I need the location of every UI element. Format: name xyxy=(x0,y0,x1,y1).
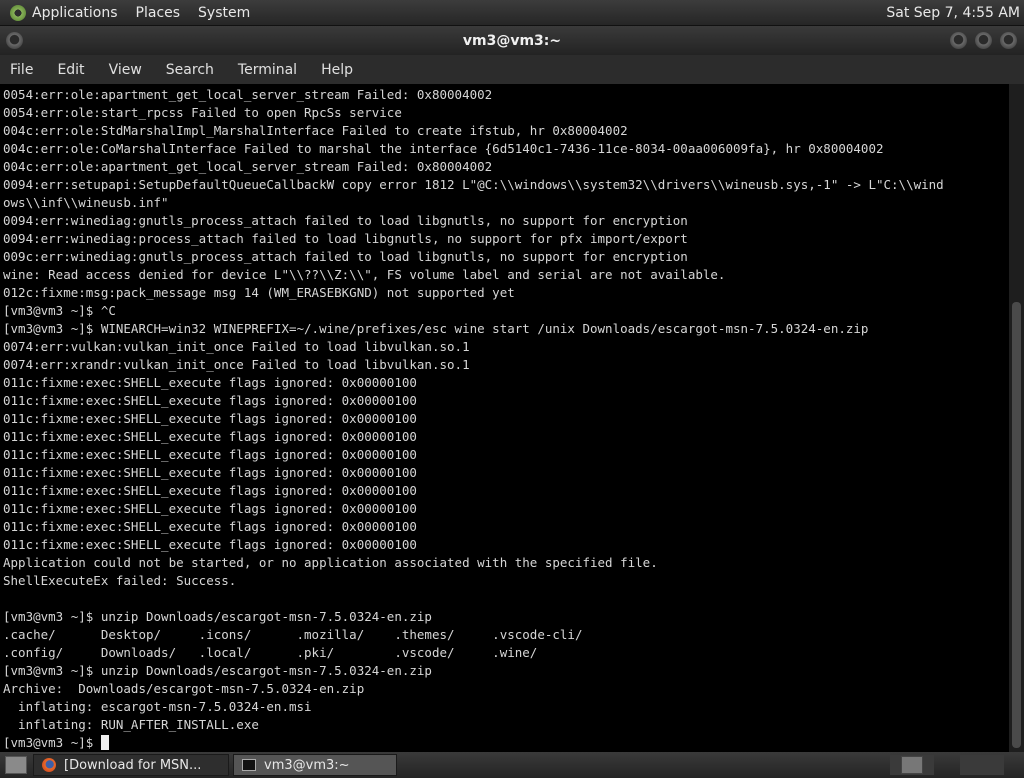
menu-view[interactable]: View xyxy=(109,62,142,78)
terminal-line: 004c:err:ole:apartment_get_local_server_… xyxy=(3,159,493,174)
terminal-line: Archive: Downloads/escargot-msn-7.5.0324… xyxy=(3,681,365,696)
window-titlebar[interactable]: vm3@vm3:~ xyxy=(0,26,1024,55)
terminal-line: 0094:err:winediag:gnutls_process_attach … xyxy=(3,213,688,228)
terminal-line: 011c:fixme:exec:SHELL_execute flags igno… xyxy=(3,465,417,480)
terminal-line: 011c:fixme:exec:SHELL_execute flags igno… xyxy=(3,375,417,390)
terminal-line: [vm3@vm3 ~]$ WINEARCH=win32 WINEPREFIX=~… xyxy=(3,321,869,336)
terminal-line: [vm3@vm3 ~]$ unzip Downloads/escargot-ms… xyxy=(3,609,432,624)
terminal-line: 004c:err:ole:StdMarshalImpl_MarshalInter… xyxy=(3,123,628,138)
taskbar-item-terminal[interactable]: vm3@vm3:~ xyxy=(233,754,397,776)
taskbar-item-label: vm3@vm3:~ xyxy=(264,757,350,773)
terminal-line: 011c:fixme:exec:SHELL_execute flags igno… xyxy=(3,429,417,444)
maximize-icon[interactable] xyxy=(975,32,992,49)
terminal-output[interactable]: 0054:err:ole:apartment_get_local_server_… xyxy=(0,84,1009,752)
terminal-line: inflating: RUN_AFTER_INSTALL.exe xyxy=(3,717,259,732)
bottom-panel: [Download for MSN... vm3@vm3:~ xyxy=(0,752,1024,778)
window-title: vm3@vm3:~ xyxy=(462,32,562,49)
minimize-icon[interactable] xyxy=(950,32,967,49)
terminal-line: 0074:err:vulkan:vulkan_init_once Failed … xyxy=(3,339,470,354)
terminal-line: 011c:fixme:exec:SHELL_execute flags igno… xyxy=(3,501,417,516)
window-menu-icon[interactable] xyxy=(6,32,23,49)
terminal-prompt: [vm3@vm3 ~]$ xyxy=(3,735,101,750)
terminal-line: 0094:err:winediag:process_attach failed … xyxy=(3,231,688,246)
terminal-prompt-line: [vm3@vm3 ~]$ xyxy=(3,734,1009,752)
terminal-line: 009c:err:winediag:gnutls_process_attach … xyxy=(3,249,688,264)
terminal-line: 011c:fixme:exec:SHELL_execute flags igno… xyxy=(3,537,417,552)
terminal-line: 011c:fixme:exec:SHELL_execute flags igno… xyxy=(3,483,417,498)
menu-edit[interactable]: Edit xyxy=(57,62,84,78)
clock[interactable]: Sat Sep 7, 4:55 AM xyxy=(886,5,1020,21)
terminal-line: 011c:fixme:exec:SHELL_execute flags igno… xyxy=(3,411,417,426)
terminal-line: Application could not be started, or no … xyxy=(3,555,658,570)
menu-file[interactable]: File xyxy=(10,62,33,78)
menu-terminal[interactable]: Terminal xyxy=(238,62,297,78)
terminal-line: 0054:err:ole:apartment_get_local_server_… xyxy=(3,87,493,102)
terminal-scrollbar[interactable] xyxy=(1009,84,1024,752)
close-icon[interactable] xyxy=(1000,32,1017,49)
terminal-line: 012c:fixme:msg:pack_message msg 14 (WM_E… xyxy=(3,285,515,300)
terminal-line: .cache/ Desktop/ .icons/ .mozilla/ .them… xyxy=(3,627,583,642)
top-panel-menus: Applications Places System xyxy=(0,4,268,21)
applications-menu[interactable]: Applications xyxy=(32,5,118,21)
terminal-line: ShellExecuteEx failed: Success. xyxy=(3,573,237,588)
distro-logo-icon[interactable] xyxy=(10,4,26,21)
taskbar-item-label: [Download for MSN... xyxy=(64,757,202,773)
taskbar-item-firefox[interactable]: [Download for MSN... xyxy=(33,754,229,776)
terminal-line: 0054:err:ole:start_rpcss Failed to open … xyxy=(3,105,402,120)
terminal-line: 0074:err:xrandr:vulkan_init_once Failed … xyxy=(3,357,470,372)
terminal-line: [vm3@vm3 ~]$ unzip Downloads/escargot-ms… xyxy=(3,663,432,678)
menu-search[interactable]: Search xyxy=(166,62,214,78)
top-panel: Applications Places System Sat Sep 7, 4:… xyxy=(0,0,1024,26)
system-menu[interactable]: System xyxy=(198,5,250,21)
terminal-line: 0094:err:setupapi:SetupDefaultQueueCallb… xyxy=(3,177,944,192)
terminal-line: 011c:fixme:exec:SHELL_execute flags igno… xyxy=(3,393,417,408)
terminal-line: inflating: escargot-msn-7.5.0324-en.msi xyxy=(3,699,312,714)
workspace-switcher-2[interactable] xyxy=(960,755,1004,775)
show-desktop-icon[interactable] xyxy=(5,756,27,774)
terminal-line: .config/ Downloads/ .local/ .pki/ .vscod… xyxy=(3,645,538,660)
terminal-menubar: File Edit View Search Terminal Help xyxy=(0,55,1024,84)
terminal-line: 011c:fixme:exec:SHELL_execute flags igno… xyxy=(3,519,417,534)
terminal-cursor xyxy=(100,735,109,750)
terminal-line: [vm3@vm3 ~]$ ^C xyxy=(3,303,116,318)
terminal-icon xyxy=(242,759,256,771)
terminal-line: 011c:fixme:exec:SHELL_execute flags igno… xyxy=(3,447,417,462)
places-menu[interactable]: Places xyxy=(136,5,181,21)
scrollbar-thumb[interactable] xyxy=(1012,302,1021,748)
terminal-line: wine: Read access denied for device L"\\… xyxy=(3,267,726,282)
terminal-line: ows\\inf\\wineusb.inf" xyxy=(3,195,169,210)
menu-help[interactable]: Help xyxy=(321,62,353,78)
terminal-line: 004c:err:ole:CoMarshalInterface Failed t… xyxy=(3,141,884,156)
workspace-icon[interactable] xyxy=(901,756,923,774)
firefox-icon xyxy=(42,758,56,772)
